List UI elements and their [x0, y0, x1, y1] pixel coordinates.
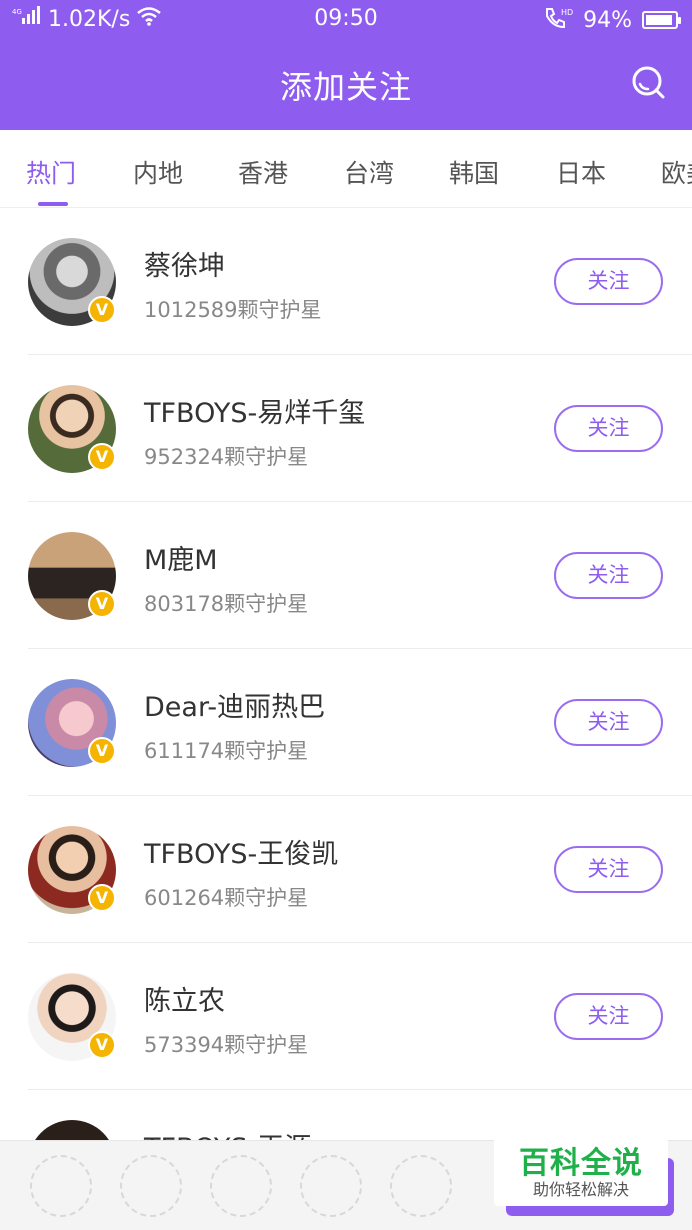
tab-korea[interactable]: 韩国: [449, 154, 499, 190]
star-name: TFBOYS-易烊千玺: [144, 398, 366, 429]
list-item[interactable]: V 蔡徐坤 1012589颗守护星 关注: [0, 208, 692, 355]
list-item[interactable]: V M鹿M 803178颗守护星 关注: [0, 502, 692, 649]
follow-button[interactable]: 关注: [554, 993, 663, 1040]
star-name: TFBOYS-王俊凯: [144, 839, 339, 870]
follow-button[interactable]: 关注: [554, 846, 663, 893]
status-right: HD 94%: [543, 6, 681, 34]
follow-button[interactable]: 关注: [554, 552, 663, 599]
star-name: 蔡徐坤: [144, 251, 225, 282]
page-title: 添加关注: [279, 68, 412, 106]
verified-badge: V: [88, 884, 116, 912]
verified-badge: V: [88, 737, 116, 765]
list-item[interactable]: V Dear-迪丽热巴 611174颗守护星 关注: [0, 649, 692, 796]
verified-badge: V: [88, 1031, 116, 1059]
star-fans-count: 601264颗守护星: [144, 886, 309, 910]
star-name: M鹿M: [144, 545, 218, 576]
list-item[interactable]: V 陈立农 573394颗守护星 关注: [0, 943, 692, 1090]
star-fans-count: 1012589颗守护星: [144, 298, 322, 322]
battery-icon: [642, 11, 681, 29]
star-name: Dear-迪丽热巴: [144, 692, 326, 723]
empty-avatar-slot: [300, 1155, 362, 1217]
watermark-subtitle: 助你轻松解决: [532, 1180, 629, 1199]
tab-japan[interactable]: 日本: [556, 154, 606, 190]
star-fans-count: 573394颗守护星: [144, 1033, 309, 1057]
tab-mainland[interactable]: 内地: [133, 154, 183, 190]
svg-text:HD: HD: [561, 8, 573, 17]
watermark-logo: 百科全说 助你轻松解决: [494, 1136, 668, 1206]
verified-badge: V: [88, 590, 116, 618]
star-fans-count: 611174颗守护星: [144, 739, 309, 763]
star-name: 陈立农: [144, 986, 225, 1017]
star-list: V 蔡徐坤 1012589颗守护星 关注 V TFBOYS-易烊千玺 95232…: [0, 208, 692, 1150]
list-item[interactable]: V TFBOYS-王俊凯 601264颗守护星 关注: [0, 796, 692, 943]
status-bar: 4G 1.02K/s 09:50 HD 94%: [0, 0, 692, 36]
tab-hongkong[interactable]: 香港: [238, 154, 288, 190]
follow-button[interactable]: 关注: [554, 405, 663, 452]
empty-avatar-slot: [390, 1155, 452, 1217]
verified-badge: V: [88, 296, 116, 324]
list-item[interactable]: V TFBOYS-易烊千玺 952324颗守护星 关注: [0, 355, 692, 502]
battery-percent: 94%: [583, 7, 632, 33]
phone-hd-icon: HD: [543, 6, 573, 34]
title-bar: 添加关注: [0, 36, 692, 130]
follow-button[interactable]: 关注: [554, 258, 663, 305]
category-tabs: 热门 内地 香港 台湾 韩国 日本 欧美: [0, 130, 692, 208]
verified-badge: V: [88, 443, 116, 471]
empty-avatar-slot: [120, 1155, 182, 1217]
empty-avatar-slot: [210, 1155, 272, 1217]
tab-western[interactable]: 欧美: [661, 154, 692, 190]
tab-taiwan[interactable]: 台湾: [344, 154, 394, 190]
search-icon[interactable]: [630, 64, 666, 100]
active-tab-indicator: [38, 202, 68, 206]
tab-hot[interactable]: 热门: [26, 154, 76, 190]
star-fans-count: 803178颗守护星: [144, 592, 309, 616]
star-fans-count: 952324颗守护星: [144, 445, 309, 469]
follow-button[interactable]: 关注: [554, 699, 663, 746]
empty-avatar-slot: [30, 1155, 92, 1217]
